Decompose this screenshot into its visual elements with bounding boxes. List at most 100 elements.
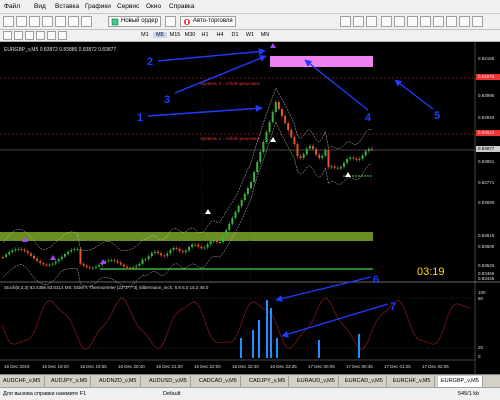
meta-editor-icon[interactable]: [165, 16, 176, 27]
timeframe-m1[interactable]: M1: [138, 32, 152, 38]
menu-file[interactable]: Файл: [4, 3, 20, 10]
candle: [33, 255, 35, 259]
timeframe-mn[interactable]: MN: [258, 32, 272, 38]
time-label: 16 Dec 19:20: [42, 364, 69, 369]
candle: [321, 155, 324, 158]
menu-window[interactable]: Окно: [146, 3, 161, 10]
candle: [219, 242, 221, 243]
tab-euraud[interactable]: EURAUD_v,M5: [294, 376, 339, 387]
candle: [57, 259, 60, 262]
tab-eurgbp[interactable]: EURGBP_v,M5: [438, 376, 483, 387]
market-watch-icon[interactable]: [29, 16, 40, 27]
candle: [184, 250, 187, 253]
timeframe-m30[interactable]: M30: [183, 32, 197, 38]
candle: [336, 167, 339, 169]
annotation-6: 6: [373, 274, 379, 286]
timeframe-h4[interactable]: H4: [213, 32, 227, 38]
periods-icon[interactable]: [459, 16, 470, 27]
candle: [107, 260, 110, 262]
candle-chart-icon[interactable]: [353, 16, 364, 27]
candle: [85, 265, 88, 268]
candle: [358, 158, 361, 160]
profiles-icon[interactable]: [16, 16, 27, 27]
candle: [277, 102, 280, 109]
crosshair-icon[interactable]: [14, 31, 23, 40]
candle: [188, 247, 190, 251]
candle: [60, 256, 63, 260]
candle: [20, 249, 23, 251]
tab-cadcad[interactable]: CADCAD_v,M5: [196, 376, 241, 387]
candle: [271, 112, 274, 122]
menu-view[interactable]: Вид: [34, 3, 46, 10]
candle: [349, 157, 352, 160]
bar-chart-icon[interactable]: [340, 16, 351, 27]
horizontal-line-icon[interactable]: [36, 31, 45, 40]
timeframe-m15[interactable]: M15: [168, 32, 182, 38]
price-label: 0.84155: [478, 56, 495, 61]
autotrading-button[interactable]: Авто-торговля: [180, 16, 236, 27]
status-bar: Для вызова справки нажмите F1 Default 54…: [0, 387, 500, 400]
candle: [17, 249, 20, 251]
tab-eurchf[interactable]: EURCHF_v,M5: [390, 376, 435, 387]
candle: [116, 260, 119, 263]
candle: [293, 137, 296, 144]
time-label: 17 Dec 02:05: [422, 364, 449, 369]
thermometer-bar: [358, 334, 360, 358]
candle: [212, 240, 215, 242]
candle: [355, 158, 358, 160]
trendline-icon[interactable]: [47, 31, 56, 40]
indicators-icon[interactable]: [446, 16, 457, 27]
osc-scale-20: 20: [478, 345, 484, 350]
candle: [259, 152, 262, 162]
timeframe-h1[interactable]: H1: [198, 32, 212, 38]
data-window-icon[interactable]: [42, 16, 53, 27]
tile-icon[interactable]: [407, 16, 418, 27]
templates-icon[interactable]: [472, 16, 483, 27]
candle: [299, 156, 302, 158]
candle: [135, 265, 138, 268]
chart-header: EURGBP_v,M5 0.83872 0.83885 0.83872 0.83…: [4, 47, 116, 53]
text-tool-icon[interactable]: [58, 31, 67, 40]
tab-eurcad[interactable]: EURCAD_v,M5: [342, 376, 387, 387]
autotrading-label: Авто-торговля: [193, 18, 233, 24]
timeframe-m5[interactable]: M5: [153, 32, 167, 38]
timeframe-d1[interactable]: D1: [228, 32, 242, 38]
tab-cadjpy[interactable]: CADJPY_v,M5: [246, 376, 290, 387]
menu-help[interactable]: Справка: [169, 3, 195, 10]
zoom-out-icon[interactable]: [394, 16, 405, 27]
chart-shift-icon[interactable]: [433, 16, 444, 27]
tab-audnzd[interactable]: AUDNZD_v,M5: [96, 376, 141, 387]
menu-insert[interactable]: Вставка: [55, 3, 79, 10]
tab-audusd[interactable]: AUDUSD_v,M5: [146, 376, 191, 387]
zoom-in-icon[interactable]: [381, 16, 392, 27]
candle: [64, 254, 66, 257]
menu-charts[interactable]: Графики: [85, 3, 111, 10]
candle: [51, 263, 54, 265]
timeframe-w1[interactable]: W1: [243, 32, 257, 38]
tab-audchf[interactable]: AUDCHF_v,M5: [0, 376, 45, 387]
menu-service[interactable]: Сервис: [117, 3, 139, 10]
candle: [308, 146, 311, 149]
price-label: 0.83618: [478, 233, 495, 238]
new-order-button[interactable]: Новый ордер: [108, 16, 161, 27]
cursor-icon[interactable]: [3, 31, 12, 40]
price-chart[interactable]: EURGBP_v,M5 0.83872 0.83885 0.83872 0.83…: [0, 42, 500, 374]
toolbar: Новый ордер Авто-торговля: [0, 14, 500, 30]
new-chart-icon[interactable]: [3, 16, 14, 27]
chart-window[interactable]: EURGBP_v,M5 0.83872 0.83885 0.83872 0.83…: [0, 42, 500, 374]
tab-audjpy[interactable]: AUDJPY_v,M5: [48, 376, 92, 387]
autoscroll-icon[interactable]: [420, 16, 431, 27]
tester-icon[interactable]: [81, 16, 92, 27]
thermometer-bar: [318, 340, 320, 358]
time-label: 16 Dec 2019: [4, 364, 30, 369]
line-chart-icon[interactable]: [366, 16, 377, 27]
terminal-icon[interactable]: [68, 16, 79, 27]
candle: [327, 150, 330, 168]
navigator-icon[interactable]: [55, 16, 66, 27]
candle: [305, 148, 308, 155]
candle: [5, 254, 8, 257]
vertical-line-icon[interactable]: [25, 31, 34, 40]
candle: [26, 251, 29, 254]
candle: [113, 260, 116, 262]
candle: [126, 266, 128, 268]
